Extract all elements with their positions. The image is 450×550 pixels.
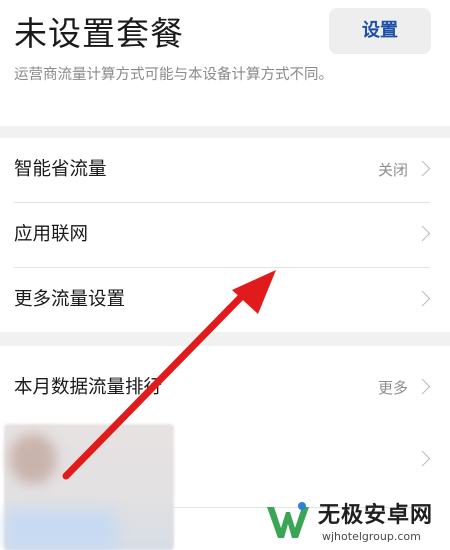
smart-data-saver-row[interactable]: 智能省流量 关闭 [0,138,450,202]
ranking-title: 本月数据流量排行 [14,377,163,398]
more-link[interactable]: 更多 [378,356,408,420]
section-gap [0,332,450,346]
watermark-url: wjhotelgroup.com [322,530,421,543]
blurred-app-icon [10,434,56,484]
monthly-ranking-header[interactable]: 本月数据流量排行 更多 [0,356,450,420]
blurred-app-bar [6,510,116,550]
set-plan-button[interactable]: 设置 [329,8,431,54]
data-usage-page: 未设置套餐 设置 运营商流量计算方式可能与本设备计算方式不同。 智能省流量 关闭… [0,0,450,550]
more-data-settings-row[interactable]: 更多流量设置 [0,268,450,332]
chevron-right-icon [414,450,431,467]
settings-section: 智能省流量 关闭 应用联网 更多流量设置 [0,138,450,332]
w-logo-icon [267,502,309,538]
row-label: 应用联网 [14,224,89,245]
chevron-right-icon [414,160,431,177]
row-label: 智能省流量 [14,159,107,180]
chevron-right-icon [414,378,431,395]
watermark-name: 无极安卓网 [318,503,434,528]
row-label: 更多流量设置 [14,289,126,310]
chevron-right-icon [414,290,431,307]
carrier-note: 运营商流量计算方式可能与本设备计算方式不同。 [14,67,333,83]
row-value: 关闭 [377,161,408,179]
app-networking-row[interactable]: 应用联网 [0,203,450,267]
site-watermark: 无极安卓网 wjhotelgroup.com [264,498,450,550]
chevron-right-icon [414,225,431,242]
plan-header: 未设置套餐 设置 运营商流量计算方式可能与本设备计算方式不同。 [0,0,450,125]
section-gap [0,126,450,138]
plan-title: 未设置套餐 [14,14,184,53]
